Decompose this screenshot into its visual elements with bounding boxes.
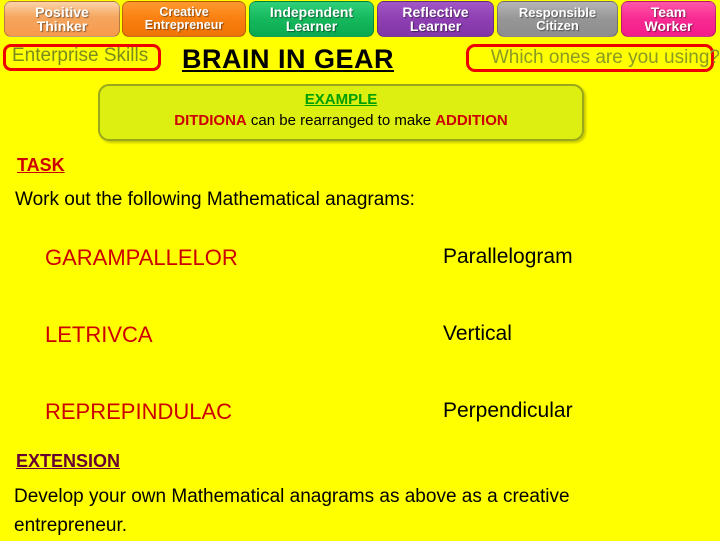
tab-label-line2: Learner [285,18,338,34]
tab-label-line1: Positive [35,3,89,20]
tab-label-line2: Citizen [536,18,579,33]
example-heading: EXAMPLE [304,91,378,108]
skills-tab-strip: Positive Thinker Creative Entrepreneur I… [0,0,720,38]
enterprise-skills-label: Enterprise Skills [12,45,149,66]
tab-independent-learner[interactable]: Independent Learner [249,1,374,37]
tab-team-worker[interactable]: Team Worker [621,1,716,37]
tab-reflective-learner[interactable]: Reflective Learner [377,1,494,37]
example-middle-text: can be rearranged to make [246,111,436,129]
extension-heading: EXTENSION [16,451,121,471]
tab-label-line2: Entrepreneur [144,18,224,32]
example-box: EXAMPLE DITDIONA can be rearranged to ma… [98,84,584,141]
anagram-scrambled-word: LETRIVCA [45,322,153,347]
task-instruction: Work out the following Mathematical anag… [15,189,415,210]
tab-positive-thinker[interactable]: Positive Thinker [4,1,120,37]
anagram-scrambled-word: REPREPINDULAC [45,399,233,424]
anagram-list: GARAMPALLELOR Parallelogram LETRIVCA Ver… [0,240,720,471]
tab-label-line1: Independent [269,3,354,20]
tab-responsible-citizen[interactable]: Responsible Citizen [497,1,618,37]
anagram-answer-word: Perpendicular [443,399,573,422]
extension-text: Develop your own Mathematical anagrams a… [14,486,570,536]
anagram-row: LETRIVCA Vertical [0,317,720,394]
tab-label-line2: Worker [644,18,693,34]
anagram-answer-word: Vertical [443,322,512,345]
tab-creative-entrepreneur[interactable]: Creative Entrepreneur [122,1,246,37]
tab-label-line2: Thinker [36,18,88,34]
tab-label-line2: Learner [409,18,462,34]
tab-label-line1: Team [650,3,687,20]
anagram-answer-word: Parallelogram [443,245,573,268]
example-sentence: DITDIONA can be rearranged to make ADDIT… [100,110,582,133]
tab-label-line1: Reflective [402,3,469,20]
task-heading: TASK [17,155,65,175]
tab-label-line1: Responsible [518,4,597,20]
example-answer-word: ADDITION [435,111,508,129]
anagram-scrambled-word: GARAMPALLELOR [45,245,238,270]
which-ones-question: Which ones are you using? [490,47,720,68]
example-scrambled-word: DITDIONA [174,111,247,129]
page-title: BRAIN IN GEAR [182,44,395,74]
anagram-row: GARAMPALLELOR Parallelogram [0,240,720,317]
